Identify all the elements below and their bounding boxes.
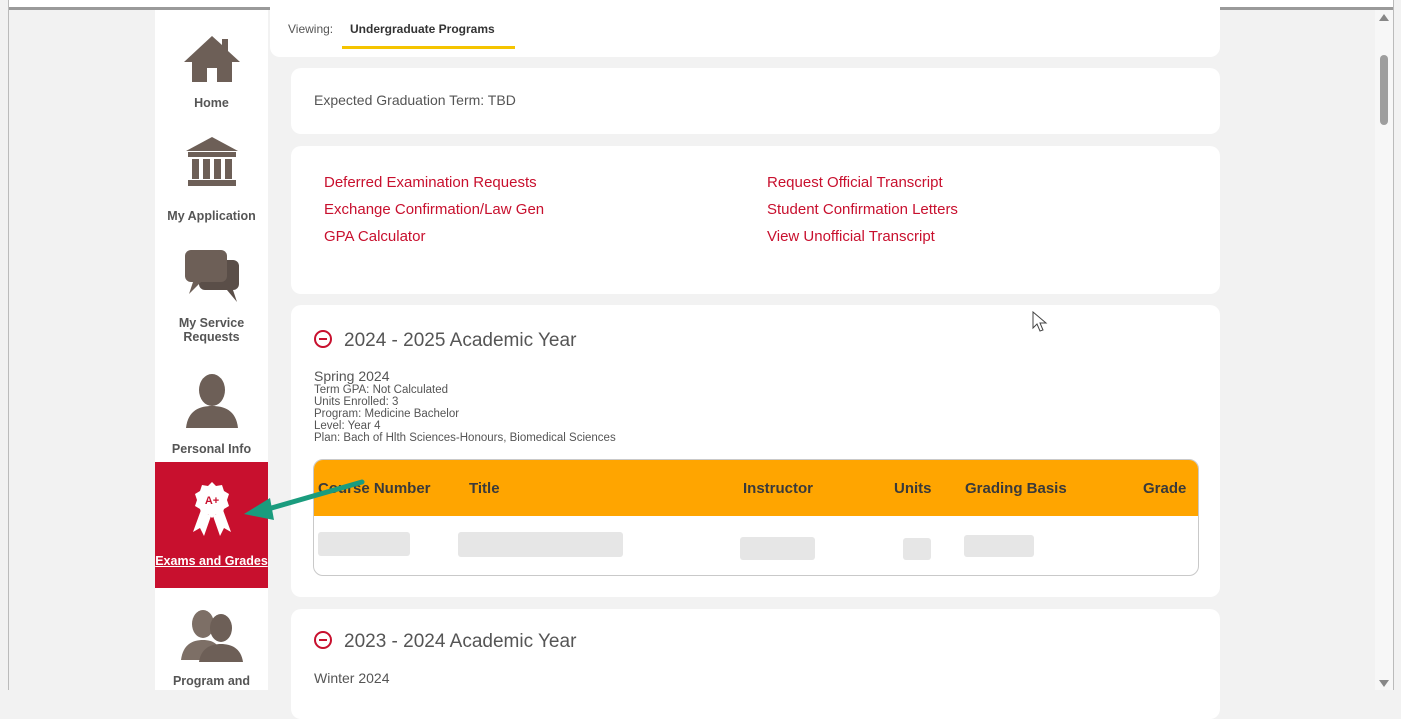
window-right-frame xyxy=(1393,0,1401,690)
chat-bubbles-icon xyxy=(184,250,239,302)
term-plan: Plan: Bach of Hlth Sciences-Honours, Bio… xyxy=(314,432,616,444)
main-content: Viewing: Undergraduate Programs Expected… xyxy=(270,0,1375,719)
term-name: Spring 2024 xyxy=(314,368,390,384)
course-table: Course Number Title Instructor Units Gra… xyxy=(313,459,1199,576)
sidebar-item-personal-info[interactable]: Personal Info xyxy=(155,370,268,460)
scroll-thumb[interactable] xyxy=(1380,55,1388,125)
sidebar-item-program[interactable]: Program and xyxy=(155,608,268,698)
vertical-scrollbar[interactable] xyxy=(1375,10,1393,690)
redacted-instructor xyxy=(740,537,815,560)
window-left-frame xyxy=(0,0,9,690)
sidebar-item-label: Personal Info xyxy=(171,442,252,456)
redacted-course-number xyxy=(318,532,410,556)
column-header-course-number[interactable]: Course Number xyxy=(318,480,431,497)
collapse-minus-icon[interactable] xyxy=(314,631,332,649)
sidebar-item-label: Program and xyxy=(172,674,251,688)
redacted-units xyxy=(903,538,931,560)
bank-icon xyxy=(185,137,238,186)
sidebar-item-label: My Application xyxy=(167,209,256,223)
graduation-card: Expected Graduation Term: TBD xyxy=(291,68,1220,134)
course-table-header: Course Number Title Instructor Units Gra… xyxy=(314,460,1198,516)
viewing-tab-undergraduate[interactable]: Undergraduate Programs xyxy=(350,22,495,36)
active-tab-underline xyxy=(342,46,515,49)
term-name: Winter 2024 xyxy=(314,670,390,686)
grade-badge-text: A+ xyxy=(204,495,218,507)
scroll-down-arrow-icon[interactable] xyxy=(1379,680,1389,687)
column-header-grading-basis[interactable]: Grading Basis xyxy=(965,480,1067,497)
column-header-instructor[interactable]: Instructor xyxy=(743,480,813,497)
term-gpa: Term GPA: Not Calculated xyxy=(314,384,449,396)
sidebar-item-exams-and-grades[interactable]: A+ Exams and Grades xyxy=(155,462,268,588)
link-view-unofficial-transcript[interactable]: View Unofficial Transcript xyxy=(767,228,935,245)
academic-year-title: 2023 - 2024 Academic Year xyxy=(344,631,577,652)
sidebar-nav: Home My Application My Service Requests … xyxy=(155,10,268,690)
viewing-label: Viewing: xyxy=(288,22,334,36)
quick-links-card: Deferred Examination Requests Exchange C… xyxy=(291,146,1220,294)
academic-year-header: 2023 - 2024 Academic Year xyxy=(314,631,576,653)
column-header-grade[interactable]: Grade xyxy=(1143,480,1186,497)
academic-year-header: 2024 - 2025 Academic Year xyxy=(314,330,576,352)
column-header-units[interactable]: Units xyxy=(894,480,932,497)
link-request-official-transcript[interactable]: Request Official Transcript xyxy=(767,174,943,191)
people-icon xyxy=(180,610,243,662)
redacted-course-title xyxy=(458,532,623,557)
term-units: Units Enrolled: 3 xyxy=(314,396,399,408)
award-ribbon-icon: A+ xyxy=(192,482,231,536)
home-icon xyxy=(183,36,240,82)
link-student-confirmation-letters[interactable]: Student Confirmation Letters xyxy=(767,201,958,218)
sidebar-item-label: Exams and Grades xyxy=(155,554,268,568)
sidebar-item-my-service-requests[interactable]: My Service Requests xyxy=(155,246,268,356)
scroll-up-arrow-icon[interactable] xyxy=(1379,14,1389,21)
mouse-cursor-icon xyxy=(1032,311,1048,332)
person-icon xyxy=(185,374,238,428)
sidebar-item-home[interactable]: Home xyxy=(155,20,268,120)
redacted-grading-basis xyxy=(964,535,1034,557)
term-level: Level: Year 4 xyxy=(314,420,381,432)
collapse-minus-icon[interactable] xyxy=(314,330,332,348)
academic-year-card: 2023 - 2024 Academic Year Winter 2024 xyxy=(291,609,1220,719)
link-exchange-confirmation[interactable]: Exchange Confirmation/Law Gen xyxy=(324,201,544,218)
academic-year-card: 2024 - 2025 Academic Year Spring 2024 Te… xyxy=(291,305,1220,597)
viewing-bar: Viewing: Undergraduate Programs xyxy=(270,0,1220,57)
link-gpa-calculator[interactable]: GPA Calculator xyxy=(324,228,425,245)
link-deferred-examination-requests[interactable]: Deferred Examination Requests xyxy=(324,174,537,191)
sidebar-item-label: Home xyxy=(194,96,229,110)
sidebar-item-label: My Service Requests xyxy=(178,316,245,344)
sidebar-item-my-application[interactable]: My Application xyxy=(155,135,268,235)
expected-graduation-term: Expected Graduation Term: TBD xyxy=(314,92,516,108)
academic-year-title: 2024 - 2025 Academic Year xyxy=(344,330,577,351)
column-header-title[interactable]: Title xyxy=(469,480,500,497)
term-program: Program: Medicine Bachelor xyxy=(314,408,460,420)
